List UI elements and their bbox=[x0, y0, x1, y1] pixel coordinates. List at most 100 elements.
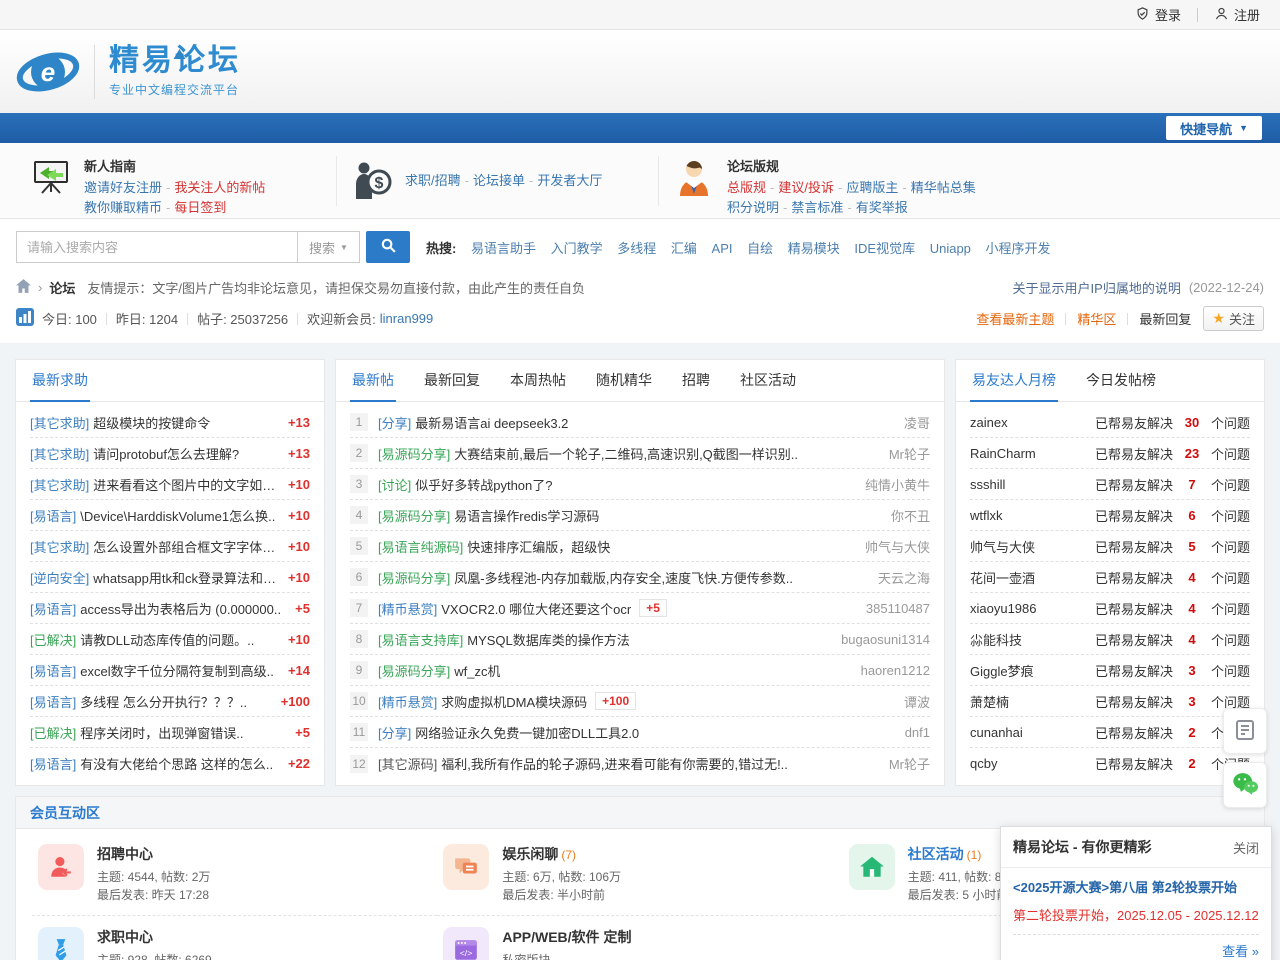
hot-search-link[interactable]: 多线程 bbox=[617, 241, 656, 256]
ranking-item[interactable]: 花间一壶酒已帮易友解决4个问题 bbox=[970, 562, 1250, 593]
ranking-item[interactable]: Giggle梦痕已帮易友解决3个问题 bbox=[970, 655, 1250, 686]
search-scope-select[interactable]: 搜索▼ bbox=[298, 231, 360, 263]
link-general-rules[interactable]: 总版规 bbox=[727, 180, 766, 195]
help-item[interactable]: [已解决]请教DLL动态库传值的问题。..+10 bbox=[30, 624, 310, 655]
ranking-item[interactable]: wtflxk已帮易友解决6个问题 bbox=[970, 500, 1250, 531]
post-item[interactable]: 1[分享]最新易语言ai deepseek3.2凌哥 bbox=[350, 407, 930, 438]
board-recruit-center[interactable]: 招聘中心 主题: 4544, 帖数: 2万 最后发表: 昨天 17:28 bbox=[32, 833, 437, 916]
author[interactable]: 你不丑 bbox=[881, 506, 930, 525]
author[interactable]: 谭波 bbox=[894, 692, 930, 711]
ip-notice-link[interactable]: 关于显示用户IP归属地的说明 bbox=[1013, 278, 1181, 297]
post-item[interactable]: 6[易源码分享]凤凰-多线程池-内存加载版,内存安全,速度飞快.方便传参数..天… bbox=[350, 562, 930, 593]
tab-latest-help[interactable]: 最新求助 bbox=[30, 360, 90, 402]
author[interactable]: 凌哥 bbox=[894, 413, 930, 432]
popup-view-link[interactable]: 查看 » bbox=[1013, 941, 1259, 960]
author[interactable]: 帅气与大侠 bbox=[855, 537, 930, 556]
link-mute-standard[interactable]: 禁言标准 bbox=[791, 200, 843, 215]
link-invite-friends[interactable]: 邀请好友注册 bbox=[84, 180, 162, 195]
tab-today-posters-ranking[interactable]: 今日发帖榜 bbox=[1084, 360, 1158, 402]
view-latest-topics-link[interactable]: 查看最新主题 bbox=[976, 309, 1054, 328]
help-item[interactable]: [其它求助]怎么设置外部组合框文字字体大小..+10 bbox=[30, 531, 310, 562]
search-button[interactable] bbox=[366, 231, 410, 263]
post-item[interactable]: 3[讨论]似乎好多转战python了?纯情小黄牛 bbox=[350, 469, 930, 500]
post-item[interactable]: 7[精币悬赏]VXOCR2.0 哪位大佬还要这个ocr+5385110487 bbox=[350, 593, 930, 624]
help-item[interactable]: [其它求助]进来看看这个图片中的文字如何识..+10 bbox=[30, 469, 310, 500]
author[interactable]: Mr轮子 bbox=[879, 754, 930, 773]
author[interactable]: bugaosuni1314 bbox=[831, 632, 930, 647]
popup-announcement-link[interactable]: <2025开源大赛>第八届 第2轮投票开始 bbox=[1013, 878, 1259, 897]
link-daily-checkin[interactable]: 每日签到 bbox=[174, 200, 226, 215]
post-item[interactable]: 8[易语言支持库]MYSQL数据库类的操作方法bugaosuni1314 bbox=[350, 624, 930, 655]
post-item[interactable]: 9[易源码分享]wf_zc机haoren1212 bbox=[350, 655, 930, 686]
ranking-item[interactable]: qcby已帮易友解决2个问题 bbox=[970, 748, 1250, 779]
help-item[interactable]: [逆向安全]whatsapp用tk和ck登录算法和接口..+10 bbox=[30, 562, 310, 593]
new-member-link[interactable]: linran999 bbox=[380, 311, 434, 326]
tab-latest-replies[interactable]: 最新回复 bbox=[422, 360, 482, 402]
board-chat-lounge[interactable]: 娱乐闲聊(7) 主题: 6万, 帖数: 106万 最后发表: 半小时前 bbox=[437, 833, 842, 916]
link-suggest-complaint[interactable]: 建议/投诉 bbox=[778, 180, 834, 195]
post-item[interactable]: 5[易语言纯源码]快速排序汇编版，超级快帅气与大侠 bbox=[350, 531, 930, 562]
ranking-item[interactable]: zainex已帮易友解决30个问题 bbox=[970, 407, 1250, 438]
follow-button[interactable]: ★ 关注 bbox=[1203, 306, 1264, 331]
hot-search-link[interactable]: Uniapp bbox=[930, 241, 971, 256]
latest-replies-link[interactable]: 最新回复 bbox=[1139, 309, 1191, 328]
hot-search-link[interactable]: IDE视觉库 bbox=[854, 241, 915, 256]
post-item[interactable]: 2[易源码分享]大赛结束前,最后一个轮子,二维码,高速识别,Q截图一样识别..M… bbox=[350, 438, 930, 469]
register-button[interactable]: 注册 bbox=[1214, 5, 1260, 24]
help-item[interactable]: [易语言]\Device\HarddiskVolume1怎么换..+10 bbox=[30, 500, 310, 531]
author[interactable]: haoren1212 bbox=[851, 663, 930, 678]
hot-search-link[interactable]: 精易模块 bbox=[788, 241, 840, 256]
ranking-item[interactable]: RainCharm已帮易友解决23个问题 bbox=[970, 438, 1250, 469]
tab-random-digest[interactable]: 随机精华 bbox=[594, 360, 654, 402]
login-button[interactable]: 登录 bbox=[1135, 5, 1181, 24]
tab-latest-posts[interactable]: 最新帖 bbox=[350, 360, 396, 402]
link-apply-moderator[interactable]: 应聘版主 bbox=[846, 180, 898, 195]
help-item[interactable]: [其它求助]请问protobuf怎么去理解?+13 bbox=[30, 438, 310, 469]
help-item[interactable]: [易语言]excel数字千位分隔符复制到高级..+14 bbox=[30, 655, 310, 686]
post-item[interactable]: 4[易源码分享]易语言操作redis学习源码你不丑 bbox=[350, 500, 930, 531]
hot-search-link[interactable]: API bbox=[712, 241, 733, 256]
board-app-web-custom[interactable]: </> APP/WEB/软件 定制 私密版块 bbox=[437, 916, 842, 960]
popup-close-button[interactable]: 关闭 bbox=[1233, 838, 1259, 857]
ranking-item[interactable]: 尛能科技已帮易友解决4个问题 bbox=[970, 624, 1250, 655]
author[interactable]: dnf1 bbox=[895, 725, 930, 740]
ranking-item[interactable]: ssshill已帮易友解决7个问题 bbox=[970, 469, 1250, 500]
link-points-info[interactable]: 积分说明 bbox=[727, 200, 779, 215]
link-jobs[interactable]: 求职/招聘 bbox=[405, 173, 461, 188]
link-followed-posts[interactable]: 我关注人的新帖 bbox=[174, 180, 265, 195]
link-forum-orders[interactable]: 论坛接单 bbox=[473, 173, 525, 188]
ranking-item[interactable]: 萧楚楠已帮易友解决3个问题 bbox=[970, 686, 1250, 717]
link-report-reward[interactable]: 有奖举报 bbox=[856, 200, 908, 215]
wechat-widget-button[interactable] bbox=[1223, 762, 1267, 808]
quick-nav-button[interactable]: 快捷导航 ▼ bbox=[1166, 116, 1262, 140]
author[interactable]: Mr轮子 bbox=[879, 444, 930, 463]
author[interactable]: 天云之海 bbox=[868, 568, 930, 587]
ranking-item[interactable]: xiaoyu1986已帮易友解决4个问题 bbox=[970, 593, 1250, 624]
hot-search-link[interactable]: 易语言助手 bbox=[471, 241, 536, 256]
help-item[interactable]: [已解决]程序关闭时，出现弹窗错误..+5 bbox=[30, 717, 310, 748]
feedback-widget-button[interactable] bbox=[1223, 708, 1267, 754]
link-developer-hall[interactable]: 开发者大厅 bbox=[537, 173, 602, 188]
hot-search-link[interactable]: 入门教学 bbox=[551, 241, 603, 256]
home-icon[interactable] bbox=[16, 279, 31, 296]
tab-weekly-hot[interactable]: 本周热帖 bbox=[508, 360, 568, 402]
author[interactable]: 纯情小黄牛 bbox=[855, 475, 930, 494]
post-item[interactable]: 12[其它源码]福利,我所有作品的轮子源码,进来看可能有你需要的,错过无!..M… bbox=[350, 748, 930, 779]
breadcrumb-forum-link[interactable]: 论坛 bbox=[49, 278, 75, 297]
author[interactable]: 385110487 bbox=[856, 601, 930, 616]
tab-recruit[interactable]: 招聘 bbox=[680, 360, 712, 402]
link-earn-coins[interactable]: 教你赚取精币 bbox=[84, 200, 162, 215]
hot-search-link[interactable]: 自绘 bbox=[747, 241, 773, 256]
search-input[interactable] bbox=[16, 231, 298, 263]
help-item[interactable]: [其它求助]超级模块的按键命令+13 bbox=[30, 407, 310, 438]
post-item[interactable]: 11[分享]网络验证永久免费一键加密DLL工具2.0dnf1 bbox=[350, 717, 930, 748]
ranking-item[interactable]: 帅气与大侠已帮易友解决5个问题 bbox=[970, 531, 1250, 562]
help-item[interactable]: [易语言]access导出为表格后为 (0.000000..+5 bbox=[30, 593, 310, 624]
post-item[interactable]: 10[精币悬赏]求购虚拟机DMA模块源码+100谭波 bbox=[350, 686, 930, 717]
help-item[interactable]: [易语言]有没有大佬给个思路 这样的怎么..+22 bbox=[30, 748, 310, 779]
tab-monthly-helper-ranking[interactable]: 易友达人月榜 bbox=[970, 360, 1058, 402]
help-item[interactable]: [易语言]多线程 怎么分开执行？？？..+100 bbox=[30, 686, 310, 717]
digest-area-link[interactable]: 精华区 bbox=[1077, 309, 1116, 328]
board-jobseek-center[interactable]: 求职中心 主题: 928, 帖数: 6269 最后发表: 前天 15:58 bbox=[32, 916, 437, 960]
link-digest-collection[interactable]: 精华帖总集 bbox=[911, 180, 976, 195]
